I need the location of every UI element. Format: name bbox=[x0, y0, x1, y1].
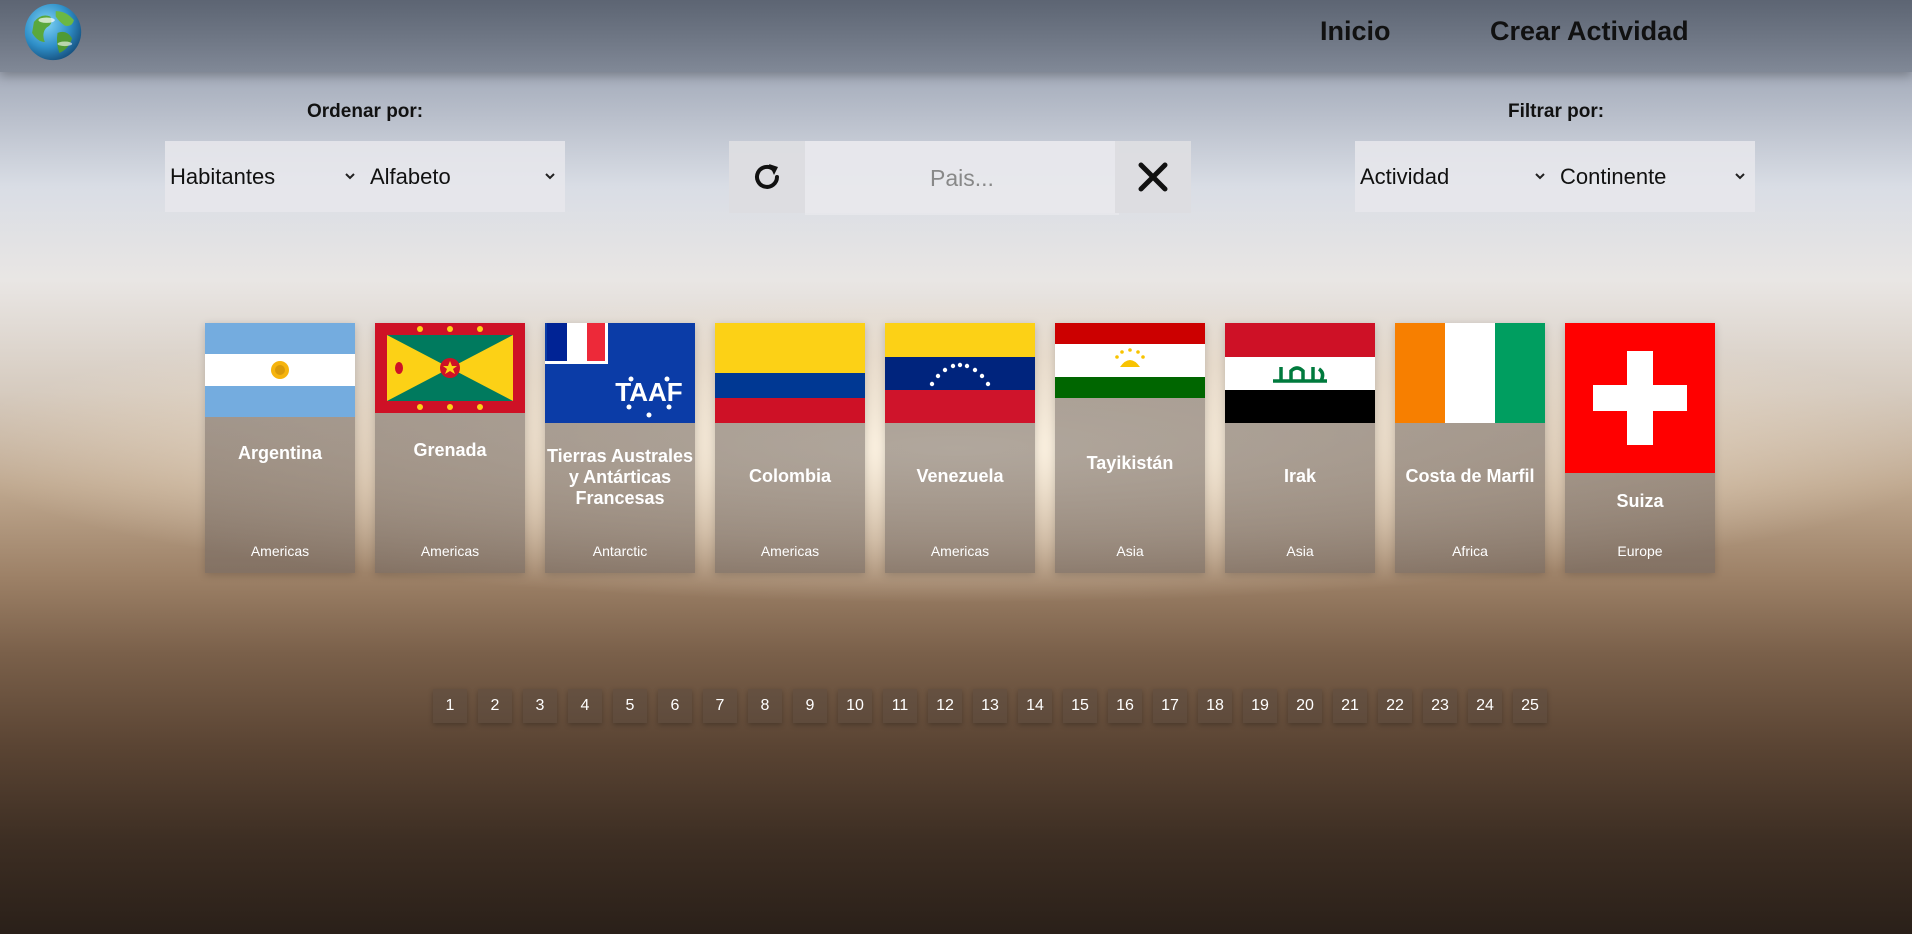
country-search-input[interactable] bbox=[805, 141, 1119, 215]
country-card-iraq[interactable]: Irak Asia bbox=[1225, 323, 1375, 573]
page-button[interactable]: 14 bbox=[1018, 689, 1052, 723]
country-name: Irak bbox=[1283, 466, 1317, 486]
chevron-down-icon bbox=[1735, 173, 1745, 180]
close-icon bbox=[1138, 162, 1168, 192]
page-button[interactable]: 4 bbox=[568, 689, 602, 723]
page-button[interactable]: 16 bbox=[1108, 689, 1142, 723]
page-button[interactable]: 19 bbox=[1243, 689, 1277, 723]
page-button[interactable]: 21 bbox=[1333, 689, 1367, 723]
country-continent: Americas bbox=[930, 543, 990, 559]
page-button[interactable]: 11 bbox=[883, 689, 917, 723]
filter-label: Filtrar por: bbox=[1508, 101, 1605, 122]
page-button[interactable]: 6 bbox=[658, 689, 692, 723]
page-button[interactable]: 13 bbox=[973, 689, 1007, 723]
country-continent: Americas bbox=[420, 543, 480, 559]
colombia-flag-icon bbox=[715, 323, 865, 423]
page-button[interactable]: 18 bbox=[1198, 689, 1232, 723]
activity-filter-select[interactable]: Actividad bbox=[1355, 141, 1555, 212]
page-button[interactable]: 1 bbox=[433, 689, 467, 723]
country-continent: Antarctic bbox=[592, 543, 648, 559]
page-button[interactable]: 20 bbox=[1288, 689, 1322, 723]
venezuela-flag-icon bbox=[885, 323, 1035, 423]
page-button[interactable]: 10 bbox=[838, 689, 872, 723]
iraq-flag-icon bbox=[1225, 323, 1375, 423]
page-button[interactable]: 5 bbox=[613, 689, 647, 723]
continent-filter-select[interactable]: Continente bbox=[1555, 141, 1755, 212]
page-button[interactable]: 24 bbox=[1468, 689, 1502, 723]
population-sort-value: Habitantes bbox=[170, 163, 276, 189]
switzerland-flag-icon bbox=[1565, 323, 1715, 473]
country-name: Colombia bbox=[748, 466, 831, 486]
country-continent: Asia bbox=[1116, 543, 1144, 559]
globe-logo-icon[interactable] bbox=[20, 2, 86, 62]
page-button[interactable]: 2 bbox=[478, 689, 512, 723]
population-sort-select[interactable]: Habitantes bbox=[165, 141, 365, 212]
country-card-grenada[interactable]: Grenada Americas bbox=[375, 323, 525, 573]
country-card-switzerland[interactable]: Suiza Europe bbox=[1565, 323, 1715, 573]
country-card-tajikistan[interactable]: Tayikistán Asia bbox=[1055, 323, 1205, 573]
grenada-flag-icon bbox=[375, 323, 525, 413]
country-name: Venezuela bbox=[916, 466, 1004, 486]
search-bar bbox=[729, 141, 1191, 215]
page-button[interactable]: 17 bbox=[1153, 689, 1187, 723]
page-button[interactable]: 23 bbox=[1423, 689, 1457, 723]
country-continent: Asia bbox=[1286, 543, 1314, 559]
country-name: Costa de Marfil bbox=[1405, 466, 1535, 486]
reset-button[interactable] bbox=[729, 141, 805, 213]
page-button[interactable]: 15 bbox=[1063, 689, 1097, 723]
page-button[interactable]: 22 bbox=[1378, 689, 1412, 723]
ivory-coast-flag-icon bbox=[1395, 323, 1545, 423]
page-button[interactable]: 8 bbox=[748, 689, 782, 723]
country-continent: Americas bbox=[760, 543, 820, 559]
chevron-down-icon bbox=[1535, 173, 1545, 180]
page-button[interactable]: 7 bbox=[703, 689, 737, 723]
top-navbar: Inicio Crear Actividad bbox=[0, 0, 1912, 72]
country-card-venezuela[interactable]: Venezuela Americas bbox=[885, 323, 1035, 573]
sort-label: Ordenar por: bbox=[307, 101, 424, 122]
alphabet-sort-value: Alfabeto bbox=[370, 163, 451, 189]
nav-crear-actividad-link[interactable]: Crear Actividad bbox=[1490, 16, 1689, 47]
refresh-icon bbox=[755, 164, 779, 189]
nav-inicio-link[interactable]: Inicio bbox=[1320, 16, 1391, 47]
alphabet-sort-select[interactable]: Alfabeto bbox=[365, 141, 565, 212]
country-name: Tayikistán bbox=[1086, 453, 1174, 473]
country-card-taaf[interactable]: TAAF Tierras Australes y Antárticas Fran… bbox=[545, 323, 695, 573]
chevron-down-icon bbox=[545, 173, 555, 180]
country-name: Argentina bbox=[237, 443, 322, 463]
page-button[interactable]: 25 bbox=[1513, 689, 1547, 723]
activity-filter-value: Actividad bbox=[1360, 163, 1450, 189]
clear-search-button[interactable] bbox=[1115, 141, 1191, 213]
taaf-flag-icon: TAAF bbox=[545, 323, 695, 423]
svg-text:TAAF: TAAF bbox=[615, 377, 682, 407]
chevron-down-icon bbox=[345, 173, 355, 180]
page-button[interactable]: 12 bbox=[928, 689, 962, 723]
country-name: Suiza bbox=[1616, 491, 1664, 511]
country-card-colombia[interactable]: Colombia Americas bbox=[715, 323, 865, 573]
country-continent: Americas bbox=[250, 543, 310, 559]
country-continent: Africa bbox=[1452, 543, 1488, 559]
continent-filter-value: Continente bbox=[1560, 163, 1667, 189]
tajikistan-flag-icon bbox=[1055, 323, 1205, 398]
country-card-argentina[interactable]: Argentina Americas bbox=[205, 323, 355, 573]
country-name: Grenada bbox=[413, 440, 487, 460]
country-name: Tierras Australes y Antárticas Francesas bbox=[546, 446, 694, 508]
country-continent: Europe bbox=[1617, 543, 1663, 559]
country-card-ivory-coast[interactable]: Costa de Marfil Africa bbox=[1395, 323, 1545, 573]
page-button[interactable]: 9 bbox=[793, 689, 827, 723]
argentina-flag-icon bbox=[205, 323, 355, 417]
page-button[interactable]: 3 bbox=[523, 689, 557, 723]
